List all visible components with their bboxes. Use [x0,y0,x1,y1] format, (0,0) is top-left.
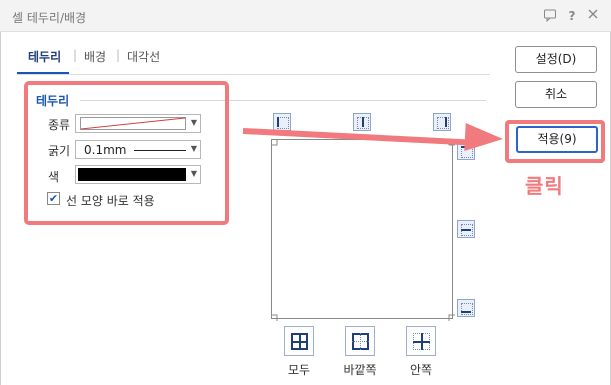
tab-background[interactable]: 배경 [84,48,106,65]
help-icon[interactable]: ? [564,8,580,24]
annotation-highlight-border-group [24,81,229,225]
tab-divider [17,74,490,75]
annotation-arrow-head [464,123,504,153]
window-title: 셀 테두리/배경 [12,11,87,25]
tab-separator: | [116,48,121,62]
title-bar: 셀 테두리/배경 ? [0,0,611,32]
tab-diagonal[interactable]: 대각선 [127,48,160,65]
outer-borders-button[interactable] [345,326,375,356]
inner-borders-button[interactable] [406,326,436,356]
inner-horizontal-border-icon[interactable] [457,220,475,238]
all-borders-button[interactable] [284,326,314,356]
close-icon[interactable] [585,8,601,24]
window-frame-left [0,32,1,385]
chat-icon[interactable] [542,8,558,24]
inner-borders-label: 안쪽 [409,363,433,377]
preview-corner-marks [271,139,455,321]
settings-button[interactable]: 설정(D) [515,46,597,73]
cancel-button[interactable]: 취소 [515,81,597,108]
inner-vertical-border-icon[interactable] [353,113,371,131]
all-borders-label: 모두 [287,363,311,377]
border-preview[interactable] [271,139,455,321]
tab-separator: | [73,48,78,62]
grid-line [413,341,430,343]
bottom-border-icon[interactable] [457,299,475,317]
annotation-callout: 클릭 [525,174,564,198]
right-border-icon[interactable] [433,113,451,131]
left-border-icon[interactable] [273,113,291,131]
grid-line [352,341,369,342]
annotation-highlight-apply [505,120,605,163]
tab-border[interactable]: 테두리 [28,48,61,65]
grid-line [291,341,308,343]
outer-borders-label: 바깥쪽 [343,363,377,377]
